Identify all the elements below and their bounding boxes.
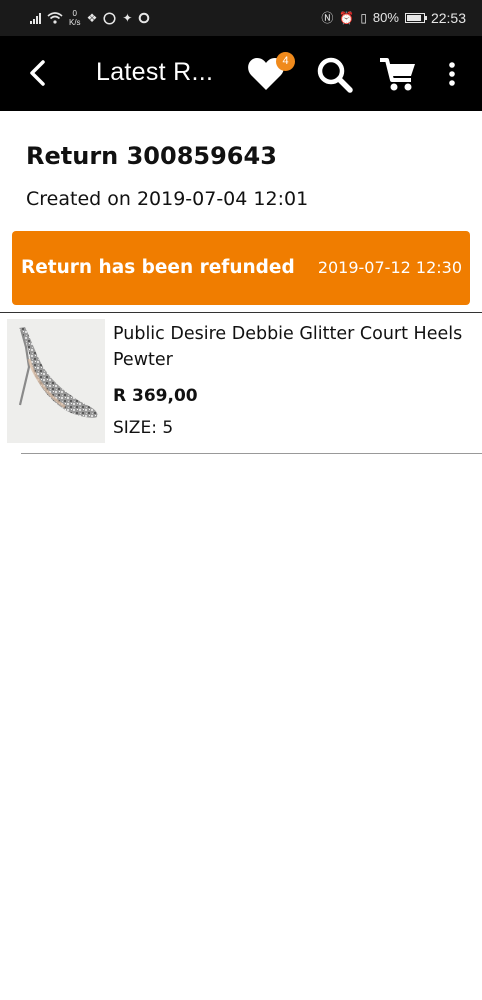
refund-status-date: 2019-07-12 12:30 — [317, 258, 462, 277]
wishlist-count-badge: 4 — [276, 52, 295, 71]
product-name: Public Desire Debbie Glitter Court Heels… — [113, 324, 463, 370]
return-number-heading: Return 300859643 — [26, 142, 277, 170]
whatsapp-icon — [103, 11, 116, 25]
page-title: Latest R... — [96, 58, 214, 86]
refund-status-banner: Return has been refunded 2019-07-12 12:3… — [12, 231, 470, 305]
created-date: Created on 2019-07-04 12:01 — [26, 188, 309, 210]
status-bar: 0 K/s ❖ ✦ Ⓝ ⏰ ▯ 80% 22:53 — [0, 0, 482, 36]
alarm-icon: ⏰ — [339, 10, 355, 25]
clock: 22:53 — [430, 9, 466, 26]
more-vert-icon[interactable] — [440, 58, 464, 90]
refund-status-text: Return has been refunded — [21, 257, 295, 278]
dropbox-icon: ❖ — [86, 11, 98, 25]
search-icon[interactable] — [316, 56, 354, 94]
circle-app-icon — [139, 12, 150, 24]
app-bar: Latest R... 4 — [0, 36, 482, 111]
battery-icon — [404, 12, 427, 23]
divider — [0, 312, 482, 313]
nfc-icon: Ⓝ — [321, 11, 334, 25]
product-image — [7, 319, 105, 443]
battery-percent: 80% — [372, 10, 399, 25]
wifi-icon — [47, 12, 63, 24]
divider — [21, 453, 482, 454]
vibrate-icon: ▯ — [360, 10, 367, 25]
twitter-icon: ✦ — [122, 11, 133, 25]
cart-icon[interactable] — [378, 56, 418, 94]
network-speed: 0 K/s — [69, 9, 81, 27]
back-arrow-icon[interactable] — [24, 58, 54, 88]
product-price: R 369,00 — [113, 386, 198, 406]
status-bar-left: 0 K/s ❖ ✦ — [30, 9, 150, 27]
status-bar-right: Ⓝ ⏰ ▯ 80% 22:53 — [321, 9, 466, 26]
signal-icon — [30, 12, 41, 24]
product-size: SIZE: 5 — [113, 418, 174, 438]
